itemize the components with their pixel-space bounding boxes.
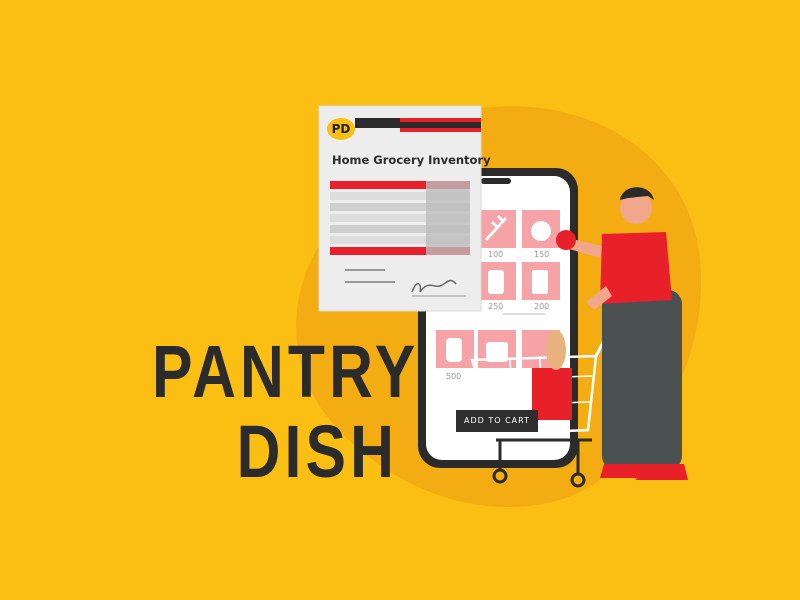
- price-label: 500: [446, 372, 462, 381]
- bottle-icon: [488, 270, 504, 294]
- brand-title-line2: DISH: [236, 410, 398, 493]
- price-label: 100: [488, 250, 504, 259]
- tomato-icon: [531, 221, 551, 241]
- brand-title: PANTRY DISH: [152, 330, 420, 493]
- pd-logo: PD: [327, 118, 355, 140]
- brand-title-line1: PANTRY: [152, 330, 420, 413]
- illustration: [296, 105, 702, 508]
- price-label: 150: [534, 250, 550, 259]
- milk-icon: [532, 270, 548, 294]
- add-to-cart-button[interactable]: ADD TO CART: [456, 410, 538, 432]
- document-title: Home Grocery Inventory: [332, 153, 491, 167]
- price-label: 250: [488, 302, 504, 311]
- price-label: 200: [534, 302, 550, 311]
- oil-icon: [446, 338, 462, 362]
- tomato-icon: [556, 230, 576, 250]
